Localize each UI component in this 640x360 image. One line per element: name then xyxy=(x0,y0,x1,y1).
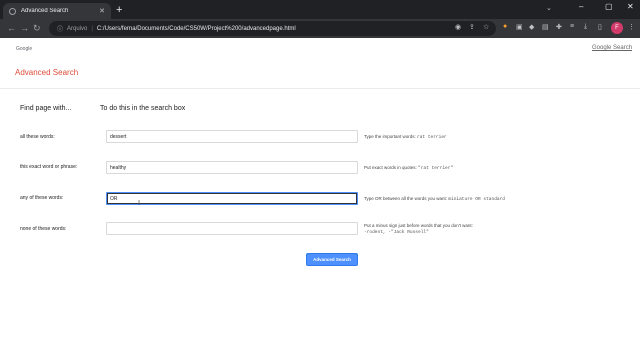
google-logo: Google xyxy=(16,46,33,52)
to-do-heading: To do this in the search box xyxy=(100,105,186,112)
globe-icon xyxy=(9,7,16,15)
download-icon[interactable]: ⤓ xyxy=(584,23,587,31)
close-icon[interactable]: ✕ xyxy=(99,7,105,15)
find-page-with-heading: Find page with... xyxy=(20,105,72,112)
any-words-input[interactable] xyxy=(106,192,358,205)
chevron-down-icon[interactable]: ⌄ xyxy=(546,4,552,12)
google-lens-icon[interactable]: ◉ xyxy=(455,23,461,31)
new-tab-button[interactable]: + xyxy=(116,3,122,17)
maximize-button[interactable]: ▢ xyxy=(605,2,613,11)
all-words-input[interactable] xyxy=(106,130,358,143)
avatar[interactable]: F xyxy=(611,22,623,34)
close-window-button[interactable]: ✕ xyxy=(627,2,634,11)
exact-phrase-hint: Put exact words in quotes: "rat terrier" xyxy=(364,165,454,171)
reload-icon[interactable]: ↻ xyxy=(33,22,41,34)
text-cursor-icon: Ⅰ xyxy=(138,200,141,207)
none-words-hint: Put a minus sign just before words that … xyxy=(364,223,473,235)
forward-arrow-icon[interactable]: → xyxy=(20,22,29,34)
exact-phrase-label: this exact word or phrase: xyxy=(20,164,78,170)
browser-toolbar: ← → ↻ ⓘ Arquivo | C:/Users/ferna/Documen… xyxy=(0,19,640,38)
share-icon[interactable]: ⇪ xyxy=(469,23,475,31)
none-words-input[interactable] xyxy=(106,222,358,235)
browser-tab-bar: Advanced Search ✕ + ⌄ – ▢ ✕ xyxy=(0,0,640,19)
browser-tab[interactable]: Advanced Search ✕ xyxy=(3,3,111,19)
google-search-link[interactable]: Google Search xyxy=(592,45,632,51)
all-words-hint: Type the important words: rat terrier xyxy=(364,134,447,140)
extension-icon[interactable]: ◆ xyxy=(529,23,534,31)
puzzle-icon[interactable]: ✚ xyxy=(556,23,562,31)
page-title: Advanced Search xyxy=(15,68,79,77)
extension-icon[interactable]: ▤ xyxy=(542,23,549,31)
address-scheme: Arquivo xyxy=(67,25,88,32)
advanced-search-button[interactable]: Advanced Search xyxy=(306,253,358,266)
any-words-hint: Type OR between all the words you want: … xyxy=(364,196,506,202)
back-arrow-icon[interactable]: ← xyxy=(7,22,16,34)
side-panel-icon[interactable]: ▯ xyxy=(598,23,602,31)
extension-icon[interactable]: ● xyxy=(503,23,507,30)
minimize-button[interactable]: – xyxy=(579,2,583,11)
page-content: Google Google Search Advanced Search Fin… xyxy=(0,38,640,360)
none-words-label: none of these words: xyxy=(20,226,67,232)
tab-title: Advanced Search xyxy=(21,8,69,14)
all-words-label: all these words: xyxy=(20,134,55,140)
address-bar[interactable]: ⓘ Arquivo | C:/Users/ferna/Documents/Cod… xyxy=(49,21,496,36)
exact-phrase-input[interactable] xyxy=(106,161,358,174)
address-url[interactable]: C:/Users/ferna/Documents/Code/CS50W/Proj… xyxy=(97,26,296,32)
address-separator: | xyxy=(91,25,93,32)
bookmark-star-icon[interactable]: ☆ xyxy=(483,23,489,31)
media-icon[interactable]: ≡ xyxy=(570,23,574,30)
any-words-label: any of these words: xyxy=(20,195,64,201)
info-icon[interactable]: ⓘ xyxy=(57,24,63,33)
divider xyxy=(0,88,640,89)
extension-icon[interactable]: ▣ xyxy=(516,23,523,31)
menu-icon[interactable]: ⋮ xyxy=(628,23,635,31)
